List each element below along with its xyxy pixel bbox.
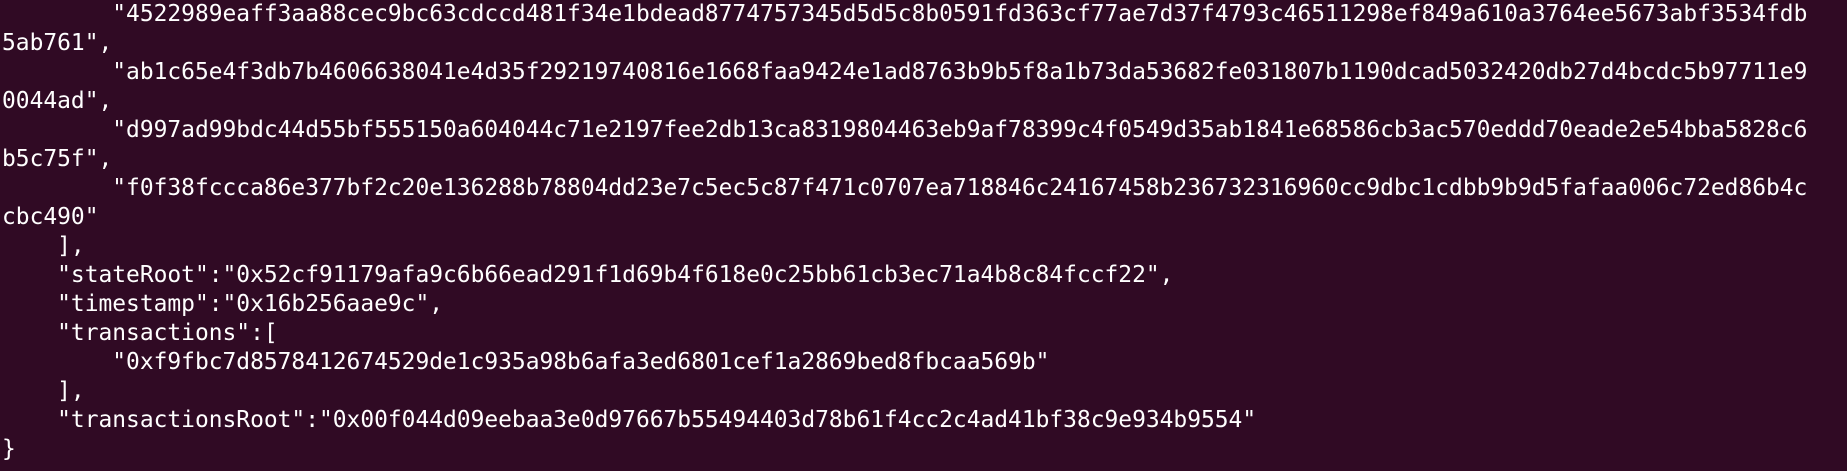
- terminal-line: "0xf9fbc7d8578412674529de1c935a98b6afa3e…: [2, 349, 1050, 375]
- terminal-line: "transactions":[: [2, 320, 278, 346]
- terminal-line: }: [2, 436, 16, 462]
- terminal-line: "transactionsRoot":"0x00f044d09eebaa3e0d…: [2, 407, 1257, 433]
- terminal-line: "ab1c65e4f3db7b4606638041e4d35f292197408…: [2, 59, 1808, 85]
- terminal-line: b5c75f",: [2, 146, 113, 172]
- terminal-line: 0044ad",: [2, 88, 113, 114]
- terminal-line: "f0f38fccca86e377bf2c20e136288b78804dd23…: [2, 175, 1808, 201]
- terminal-line: "d997ad99bdc44d55bf555150a604044c71e2197…: [2, 117, 1808, 143]
- terminal-line: ],: [2, 233, 85, 259]
- terminal-output[interactable]: "4522989eaff3aa88cec9bc63cdccd481f34e1bd…: [0, 0, 1847, 471]
- terminal-line: "stateRoot":"0x52cf91179afa9c6b66ead291f…: [2, 262, 1174, 288]
- terminal-line: cbc490": [2, 204, 99, 230]
- terminal-line: "timestamp":"0x16b256aae9c",: [2, 291, 444, 317]
- terminal-line: 5ab761",: [2, 30, 113, 56]
- terminal-line: ],: [2, 378, 85, 404]
- terminal-line: "4522989eaff3aa88cec9bc63cdccd481f34e1bd…: [2, 1, 1808, 27]
